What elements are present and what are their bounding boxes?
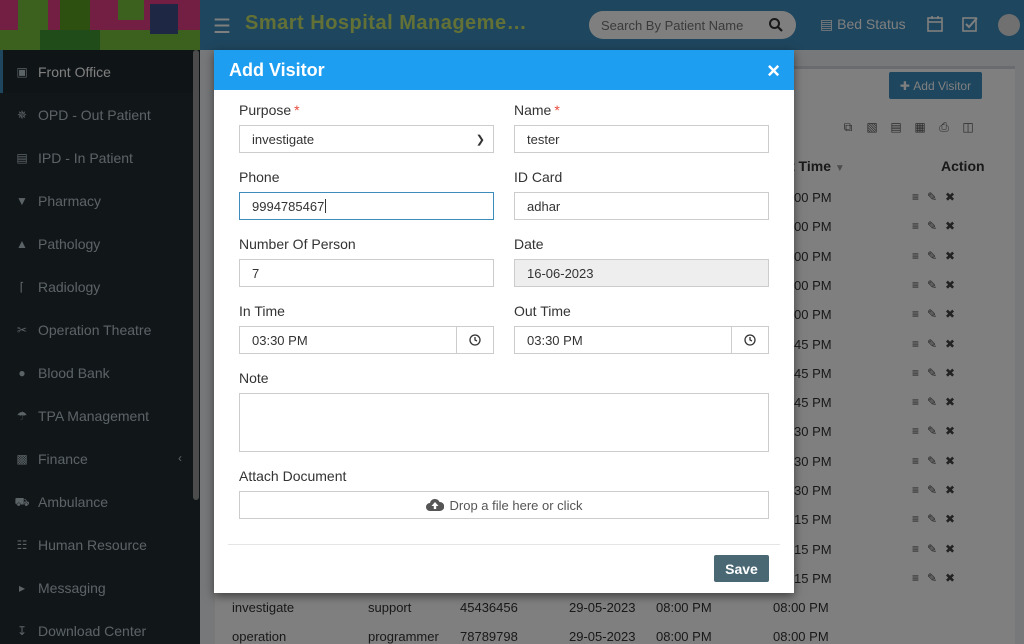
in-time-label: In Time bbox=[239, 303, 285, 319]
id-card-field[interactable]: adhar bbox=[514, 192, 769, 220]
close-icon[interactable]: × bbox=[767, 58, 780, 84]
text-cursor bbox=[325, 199, 327, 213]
clock-icon[interactable] bbox=[456, 327, 493, 353]
num-person-field[interactable]: 7 bbox=[239, 259, 494, 287]
purpose-label: Purpose * bbox=[239, 102, 300, 118]
clock-icon[interactable] bbox=[731, 327, 768, 353]
note-label: Note bbox=[239, 370, 269, 386]
file-dropzone[interactable]: Drop a file here or click bbox=[239, 491, 769, 519]
modal-header: Add Visitor × bbox=[214, 50, 794, 90]
phone-label: Phone bbox=[239, 169, 280, 185]
num-person-label: Number Of Person bbox=[239, 236, 356, 252]
modal-title: Add Visitor bbox=[229, 60, 325, 80]
add-visitor-modal: Add Visitor × Purpose * investigate ❯ Name… bbox=[214, 50, 794, 593]
note-textarea[interactable] bbox=[239, 393, 769, 452]
date-field[interactable]: 16-06-2023 bbox=[514, 259, 769, 287]
date-label: Date bbox=[514, 236, 544, 252]
attach-label: Attach Document bbox=[239, 468, 347, 484]
id-card-label: ID Card bbox=[514, 169, 563, 185]
modal-footer-divider bbox=[228, 544, 780, 545]
save-button[interactable]: Save bbox=[714, 555, 769, 582]
out-time-field[interactable]: 03:30 PM bbox=[514, 326, 769, 354]
name-label: Name * bbox=[514, 102, 560, 118]
name-field[interactable]: tester bbox=[514, 125, 769, 153]
purpose-select[interactable]: investigate ❯ bbox=[239, 125, 494, 153]
chevron-down-icon: ❯ bbox=[475, 134, 485, 146]
cloud-upload-icon bbox=[425, 498, 444, 511]
phone-field[interactable]: 9994785467 bbox=[239, 192, 494, 220]
out-time-label: Out Time bbox=[514, 303, 571, 319]
in-time-field[interactable]: 03:30 PM bbox=[239, 326, 494, 354]
